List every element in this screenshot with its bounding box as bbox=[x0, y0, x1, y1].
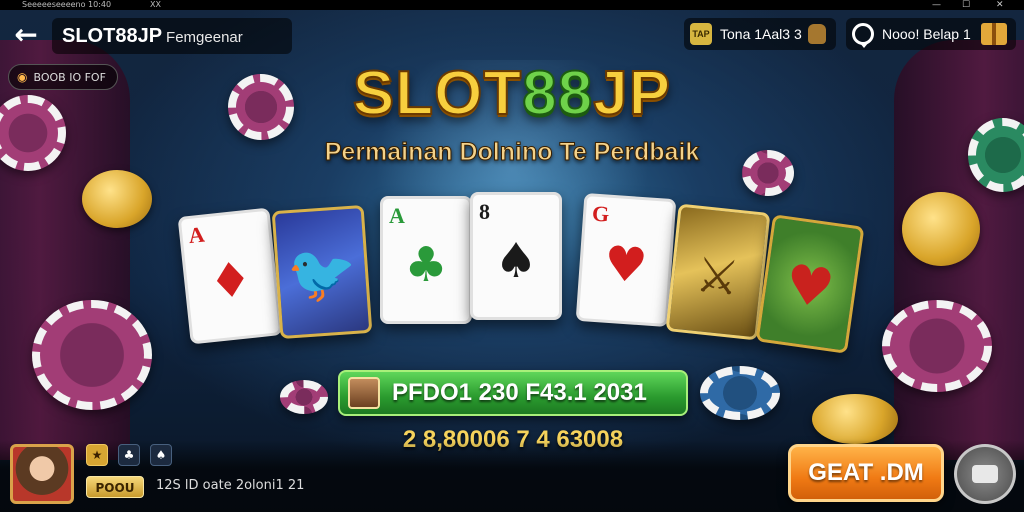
card-suit-icon: ⚔ bbox=[693, 246, 742, 308]
star-icon[interactable]: ★ bbox=[86, 444, 108, 466]
player-avatar[interactable] bbox=[10, 444, 74, 504]
poker-chip-icon bbox=[280, 380, 328, 414]
poker-chip-icon bbox=[882, 300, 992, 392]
logo-prefix: SLOT bbox=[352, 58, 523, 129]
card-suit-icon: 🐦 bbox=[285, 239, 360, 310]
card-suit-icon: ♥ bbox=[781, 251, 839, 322]
playing-card[interactable]: G ♥ bbox=[575, 192, 677, 328]
card-suit-icon: ♣ bbox=[404, 237, 448, 293]
maximize-icon[interactable]: ☐ bbox=[962, 0, 970, 10]
card-rank: A bbox=[389, 203, 405, 228]
gift-icon bbox=[980, 23, 1007, 45]
card-suit-icon: ♥ bbox=[602, 235, 650, 295]
window-titlebar: Seeeeeseeeeno 10:40 ⅩⅩ — ☐ ✕ bbox=[0, 0, 1024, 10]
app-title: SLOT88JP Femgeenar bbox=[52, 18, 292, 54]
settings-button[interactable] bbox=[954, 444, 1016, 504]
play-button[interactable]: GEAT .DM bbox=[788, 444, 944, 502]
poker-chip-icon bbox=[228, 74, 294, 140]
playing-card[interactable]: ⚔ bbox=[665, 203, 771, 341]
card-rank: 8 bbox=[479, 199, 490, 224]
card-suit-icon: ♦ bbox=[206, 250, 255, 312]
card-suit-icon: ♠ bbox=[494, 233, 538, 289]
support-text: Nooo! Belap 1 bbox=[882, 26, 971, 42]
prize-bar[interactable]: PFDO1 230 F43.1 2031 bbox=[338, 370, 688, 416]
close-icon[interactable]: ✕ bbox=[996, 0, 1004, 10]
window-menu-glyph: ⅩⅩ bbox=[150, 0, 161, 9]
player-stats: 12S lD oate 2oloni1 21 bbox=[156, 478, 305, 493]
poker-chip-icon bbox=[32, 300, 152, 410]
playing-card[interactable]: A ♣ bbox=[380, 196, 472, 324]
support-pill[interactable]: Nooo! Belap 1 bbox=[846, 18, 1016, 50]
balance-pill[interactable]: TAP Tona 1Aal3 3 bbox=[684, 18, 836, 50]
gold-coin-icon bbox=[82, 170, 152, 228]
logo-suffix: JP bbox=[592, 58, 672, 129]
money-bag-icon bbox=[807, 24, 826, 44]
club-icon[interactable]: ♣ bbox=[118, 444, 140, 466]
signal-icon: ◉ bbox=[17, 70, 28, 84]
brand-name: SLOT88JP bbox=[62, 25, 163, 47]
game-logo: SLOT88JP bbox=[340, 58, 684, 129]
playing-card[interactable]: 8 ♠ bbox=[470, 192, 562, 320]
playing-card[interactable]: A ♦ bbox=[177, 207, 283, 345]
window-title: Seeeeeseeeeno 10:40 bbox=[22, 0, 112, 9]
app-subtitle: Femgeenar bbox=[166, 29, 243, 46]
playing-card[interactable]: ♥ bbox=[755, 214, 865, 354]
gold-coin-icon bbox=[812, 394, 898, 444]
level-badge: POOU bbox=[86, 476, 144, 498]
card-rank: A bbox=[187, 221, 206, 249]
spade-icon[interactable]: ♠ bbox=[150, 444, 172, 466]
controller-icon bbox=[972, 465, 998, 483]
poker-chip-icon bbox=[700, 366, 780, 420]
coin-badge-icon: TAP bbox=[690, 23, 712, 45]
card-rank: G bbox=[591, 200, 611, 227]
chat-icon bbox=[852, 23, 874, 48]
winner-avatar bbox=[348, 377, 380, 409]
gold-coin-icon bbox=[902, 192, 980, 266]
status-text: BOOB IO FOF bbox=[33, 70, 106, 84]
minimize-icon[interactable]: — bbox=[932, 0, 941, 10]
game-tagline: Permainan Dolnino Te Perdbaik bbox=[324, 138, 700, 167]
prize-text: PFDO1 230 F43.1 2031 bbox=[392, 379, 647, 406]
playing-card[interactable]: 🐦 bbox=[271, 204, 373, 340]
back-arrow-icon[interactable]: ← bbox=[8, 18, 44, 54]
logo-number: 88 bbox=[521, 58, 594, 129]
status-pill[interactable]: ◉ BOOB IO FOF bbox=[8, 64, 118, 90]
poker-chip-icon bbox=[742, 150, 794, 196]
balance-text: Tona 1Aal3 3 bbox=[720, 26, 802, 42]
